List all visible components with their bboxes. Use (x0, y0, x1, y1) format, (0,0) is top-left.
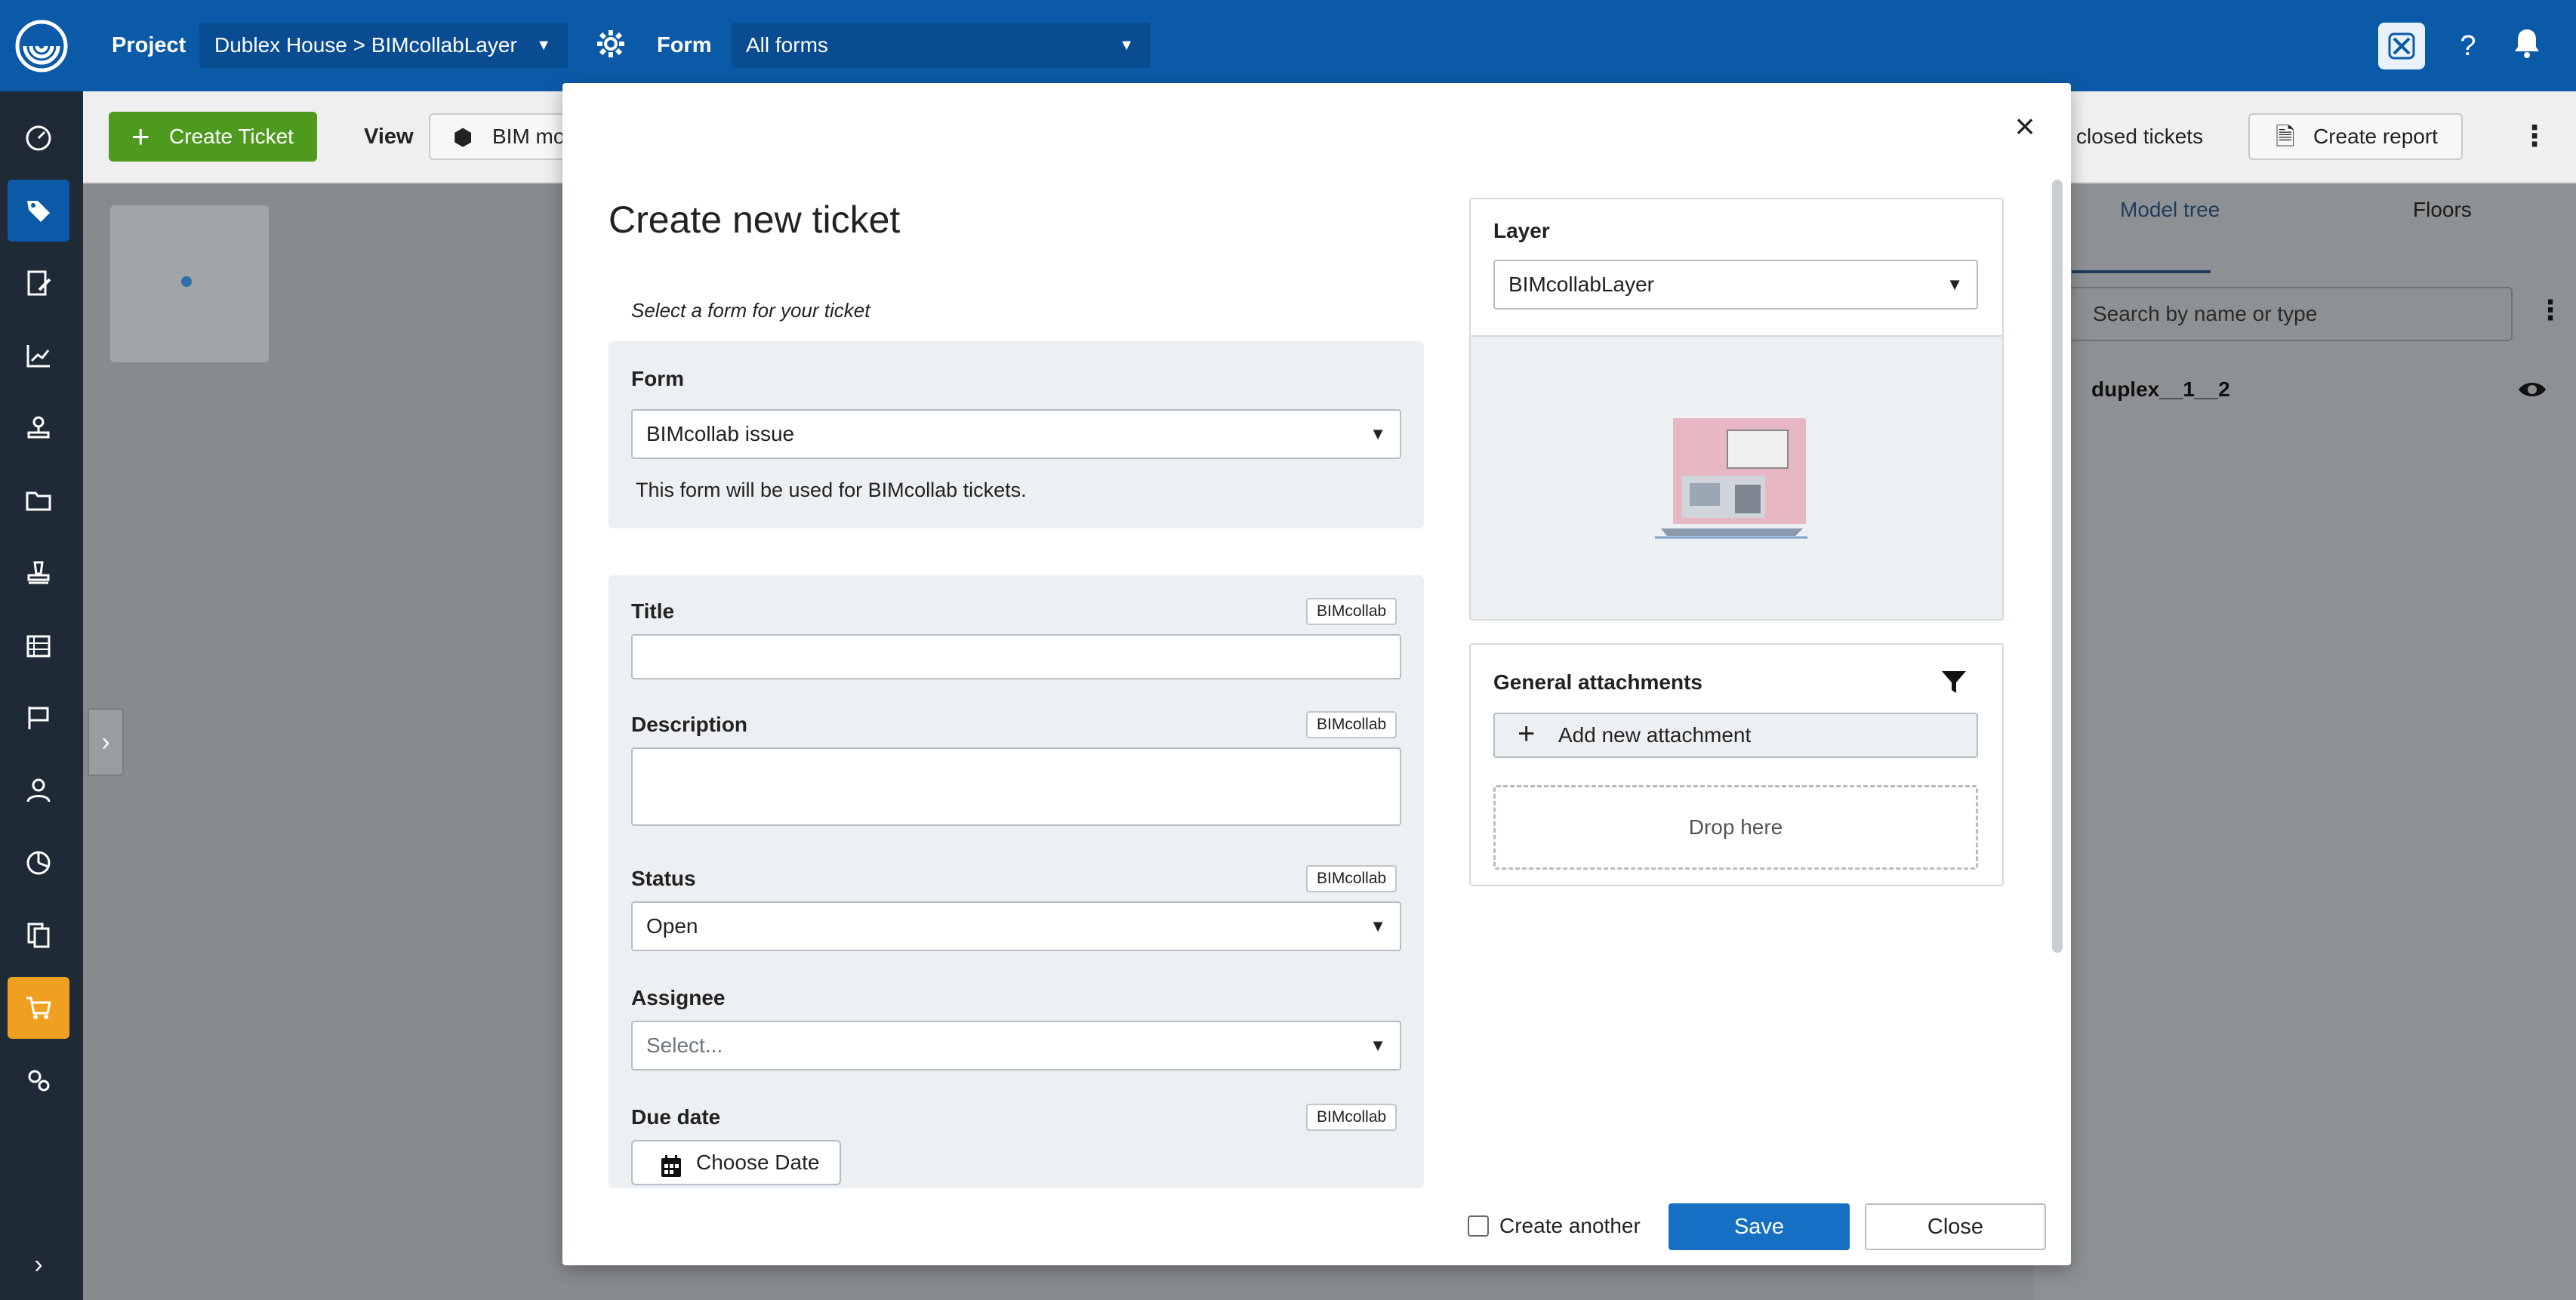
tickets-tag-icon[interactable] (8, 180, 69, 242)
chevron-down-icon: ▼ (1370, 424, 1386, 443)
bimcollab-tag: BIMcollab (1306, 711, 1397, 738)
bimcollab-tag: BIMcollab (1306, 598, 1397, 625)
documents-icon[interactable] (8, 904, 69, 966)
bimcollab-tag: BIMcollab (1306, 1104, 1397, 1131)
more-options-icon[interactable]: ⋮ (2520, 113, 2549, 160)
create-another-checkbox[interactable] (1468, 1215, 1489, 1237)
close-button[interactable]: Close (1865, 1203, 2046, 1250)
tab-model-tree[interactable]: Model tree (2120, 198, 2220, 222)
stamp-icon[interactable] (8, 397, 69, 459)
tab-active-indicator (2072, 270, 2211, 273)
model-search-input[interactable]: Search by name or type (2061, 287, 2513, 341)
dialog-subtitle: Select a form for your ticket (631, 299, 870, 322)
layer-select[interactable]: BIMcollabLayer ▼ (1493, 260, 1978, 310)
due-date-label: Due date (631, 1105, 721, 1129)
filter-icon[interactable] (1940, 669, 1967, 700)
form-help-text: This form will be used for BIMcollab tic… (636, 479, 1027, 501)
layer-preview (1471, 335, 2002, 619)
bimcollab-icon[interactable] (2378, 23, 2425, 69)
choose-date-label: Choose Date (696, 1151, 820, 1174)
choose-date-button[interactable]: Choose Date (631, 1140, 841, 1185)
create-report-button[interactable]: 🗎 Create report (2248, 113, 2463, 160)
status-select-value: Open (646, 914, 698, 938)
assignee-placeholder: Select... (646, 1034, 723, 1057)
eye-visibility-icon[interactable] (2517, 376, 2547, 407)
chart-icon[interactable] (8, 325, 69, 387)
attachment-drop-zone[interactable]: Drop here (1493, 785, 1978, 870)
layer-thumbnail-image (1655, 418, 1807, 539)
form-field-label: Form (631, 367, 684, 390)
create-another-label[interactable]: Create another (1499, 1211, 1641, 1241)
assignee-select[interactable]: Select... ▼ (631, 1021, 1401, 1070)
chevron-down-icon: ▼ (1946, 275, 1963, 294)
title-input[interactable] (631, 634, 1401, 679)
right-panel (2034, 183, 2576, 1300)
plus-icon: + (131, 119, 150, 154)
form-filter-value: All forms (746, 33, 828, 57)
app-logo[interactable] (0, 0, 83, 91)
bim-model-button[interactable]: ⬢ BIM mo (429, 113, 580, 160)
form-select-value: BIMcollab issue (646, 422, 795, 445)
settings-cogs-icon[interactable] (8, 1049, 69, 1111)
model-search-placeholder: Search by name or type (2093, 302, 2318, 325)
building-icon[interactable] (8, 615, 69, 676)
chevron-down-icon: ▼ (536, 37, 551, 54)
dashboard-icon[interactable] (8, 107, 69, 169)
pie-chart-icon[interactable] (8, 832, 69, 894)
attachments-label: General attachments (1493, 670, 1702, 694)
close-dialog-icon[interactable]: × (2008, 109, 2041, 143)
pdf-file-icon: 🗎 (2276, 123, 2295, 150)
chevron-down-icon: ▼ (1370, 1036, 1386, 1055)
calendar-icon (660, 1151, 683, 1193)
shopping-cart-icon[interactable] (8, 977, 69, 1039)
assignee-label: Assignee (631, 986, 726, 1009)
bim-model-label: BIM mo (492, 125, 565, 148)
tab-floors[interactable]: Floors (2413, 198, 2472, 222)
user-icon[interactable] (8, 759, 69, 821)
add-attachment-label: Add new attachment (1558, 723, 1752, 747)
status-select[interactable]: Open ▼ (631, 901, 1401, 951)
form-select[interactable]: BIMcollab issue ▼ (631, 409, 1401, 459)
expand-sidebar-chevron-icon[interactable]: › (8, 1234, 69, 1295)
expand-panel-chevron-icon[interactable]: › (88, 708, 124, 776)
project-select-value: Dublex House > BIMcollabLayer (214, 33, 517, 57)
project-label: Project (112, 33, 186, 57)
closed-tickets-label[interactable]: closed tickets (2076, 112, 2203, 162)
create-ticket-button[interactable]: + Create Ticket (109, 112, 317, 162)
bimcollab-tag: BIMcollab (1306, 865, 1397, 892)
layer-label: Layer (1493, 219, 1550, 242)
model-thumbnail[interactable] (110, 205, 269, 362)
flag-icon[interactable] (8, 687, 69, 749)
approval-stamp-icon[interactable] (8, 542, 69, 604)
layer-select-value: BIMcollabLayer (1508, 273, 1654, 296)
settings-gear-icon[interactable] (593, 29, 628, 63)
save-button[interactable]: Save (1669, 1203, 1850, 1250)
view-label: View (364, 125, 414, 149)
folder-icon[interactable] (8, 470, 69, 531)
create-ticket-label: Create Ticket (169, 125, 294, 148)
tree-item-duplex[interactable]: duplex__1__2 (2091, 377, 2230, 402)
add-attachment-button[interactable]: + Add new attachment (1493, 713, 1978, 758)
edit-document-icon[interactable] (8, 252, 69, 314)
dialog-title: Create new ticket (609, 199, 901, 241)
dialog-scrollbar[interactable] (2052, 180, 2063, 953)
marker-icon (181, 276, 192, 287)
logo-icon (15, 20, 68, 72)
plus-icon: + (1518, 717, 1536, 750)
description-textarea[interactable] (631, 747, 1401, 826)
description-label: Description (631, 713, 748, 736)
form-label: Form (657, 33, 712, 57)
project-select[interactable]: Dublex House > BIMcollabLayer ▼ (199, 23, 568, 68)
title-label: Title (631, 599, 675, 623)
chevron-down-icon: ▼ (1370, 916, 1386, 935)
notification-bell-icon[interactable] (2508, 27, 2546, 65)
chevron-down-icon: ▼ (1119, 37, 1134, 54)
status-label: Status (631, 867, 696, 890)
help-icon[interactable]: ? (2449, 27, 2487, 65)
create-report-label: Create report (2313, 125, 2438, 148)
tree-options-icon[interactable]: ⋮ (2537, 294, 2564, 326)
cube-icon: ⬢ (453, 125, 473, 150)
form-filter-select[interactable]: All forms ▼ (731, 23, 1151, 68)
